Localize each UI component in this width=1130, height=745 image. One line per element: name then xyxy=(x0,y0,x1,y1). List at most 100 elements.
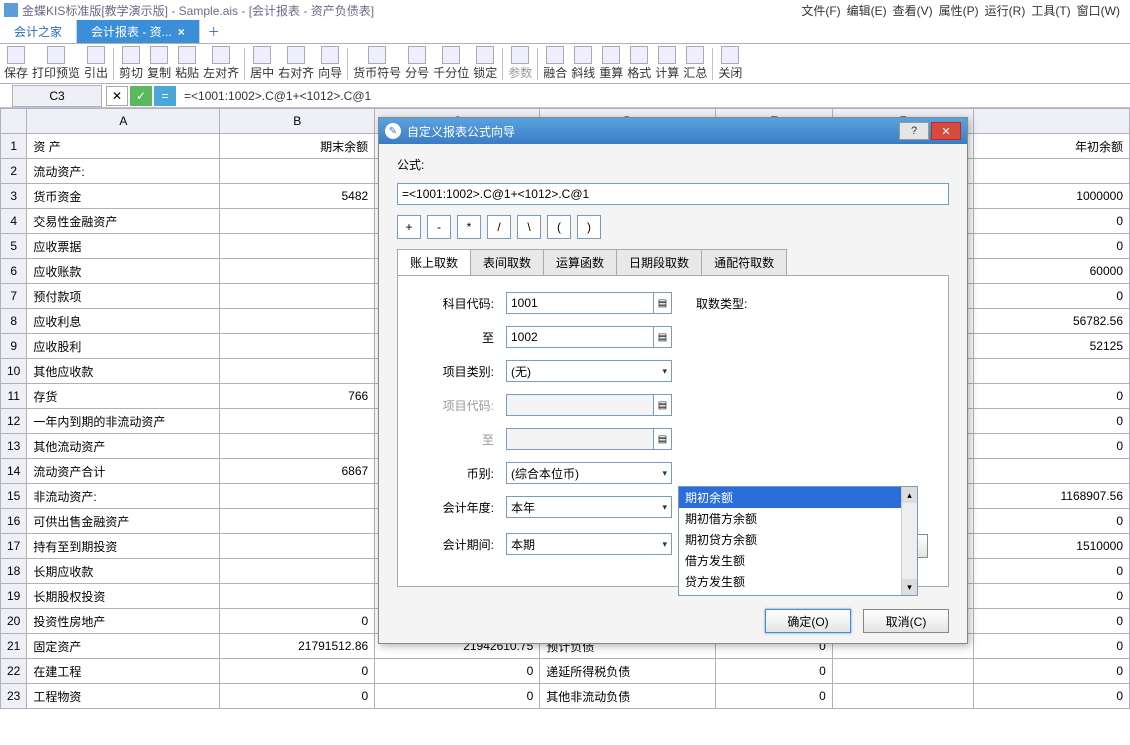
row-header[interactable]: 2 xyxy=(1,159,27,184)
currency-select[interactable]: (综合本位币)▾ xyxy=(506,462,672,484)
fetch-type-item[interactable]: 贷方发生额 xyxy=(679,571,917,592)
subject-to-input[interactable]: 1002 xyxy=(506,326,654,348)
toolbar-打印预览[interactable]: 打印预览 xyxy=(30,45,82,82)
formula-field[interactable] xyxy=(397,183,949,205)
formula-equals-icon[interactable]: = xyxy=(154,86,176,106)
toolbar-分号[interactable]: 分号 xyxy=(403,45,431,82)
toolbar-剪切[interactable]: 剪切 xyxy=(117,45,145,82)
fetch-type-list[interactable]: 期初余额期初借方余额期初贷方余额借方发生额贷方发生额借方累计发生额贷方累计发生额… xyxy=(678,486,918,596)
toolbar-向导[interactable]: 向导 xyxy=(316,45,344,82)
toolbar-斜线[interactable]: 斜线 xyxy=(569,45,597,82)
op--[interactable]: - xyxy=(427,215,451,239)
doc-tab[interactable]: 会计报表 - 资...× xyxy=(77,20,200,43)
table-row[interactable]: 22 在建工程00 递延所得税负债00 xyxy=(1,659,1130,684)
row-header[interactable]: 5 xyxy=(1,234,27,259)
table-row[interactable]: 23 工程物资00 其他非流动负债00 xyxy=(1,684,1130,709)
scroll-up-icon[interactable]: ▴ xyxy=(902,487,917,503)
op-([interactable]: ( xyxy=(547,215,571,239)
toolbar-复制[interactable]: 复制 xyxy=(145,45,173,82)
row-header[interactable]: 13 xyxy=(1,434,27,459)
toolbar-计算[interactable]: 计算 xyxy=(653,45,681,82)
cell-reference[interactable]: C3 xyxy=(12,85,102,107)
formula-accept-icon[interactable]: ✓ xyxy=(130,86,152,106)
lookup-icon[interactable]: ▤ xyxy=(654,326,672,348)
row-header[interactable]: 3 xyxy=(1,184,27,209)
fetch-type-item[interactable]: 借方累计发生额 xyxy=(679,592,917,596)
wizard-tab[interactable]: 通配符取数 xyxy=(701,249,787,275)
op-*[interactable]: * xyxy=(457,215,481,239)
lookup-icon[interactable]: ▤ xyxy=(654,292,672,314)
menu-item[interactable]: 文件(F) xyxy=(799,2,842,19)
col-header[interactable]: A xyxy=(27,109,220,134)
scrollbar[interactable]: ▴ ▾ xyxy=(901,487,917,595)
item-type-select[interactable]: (无)▾ xyxy=(506,360,672,382)
toolbar-右对齐[interactable]: 右对齐 xyxy=(276,45,316,82)
row-header[interactable]: 11 xyxy=(1,384,27,409)
subject-code-input[interactable]: 1001 xyxy=(506,292,654,314)
row-header[interactable]: 9 xyxy=(1,334,27,359)
menu-item[interactable]: 窗口(W) xyxy=(1075,2,1122,19)
row-header[interactable]: 20 xyxy=(1,609,27,634)
wizard-tab[interactable]: 表间取数 xyxy=(470,249,544,275)
toolbar-左对齐[interactable]: 左对齐 xyxy=(201,45,241,82)
row-header[interactable]: 4 xyxy=(1,209,27,234)
menu-item[interactable]: 运行(R) xyxy=(983,2,1028,19)
row-header[interactable]: 8 xyxy=(1,309,27,334)
toolbar-参数[interactable]: 参数 xyxy=(506,45,534,82)
op-+[interactable]: + xyxy=(397,215,421,239)
formula-cancel-icon[interactable]: ✕ xyxy=(106,86,128,106)
doc-tab[interactable]: 会计之家 xyxy=(0,20,77,43)
row-header[interactable]: 18 xyxy=(1,559,27,584)
fetch-type-item[interactable]: 期初余额 xyxy=(679,487,917,508)
col-header[interactable]: B xyxy=(220,109,375,134)
wizard-tab[interactable]: 日期段取数 xyxy=(616,249,702,275)
row-header[interactable]: 12 xyxy=(1,409,27,434)
lookup-icon[interactable]: ▤ xyxy=(654,394,672,416)
toolbar-千分位[interactable]: 千分位 xyxy=(431,45,471,82)
row-header[interactable]: 15 xyxy=(1,484,27,509)
scroll-down-icon[interactable]: ▾ xyxy=(902,579,917,595)
wizard-tab[interactable]: 账上取数 xyxy=(397,249,471,275)
add-tab-button[interactable]: ＋ xyxy=(200,20,228,43)
item-code-input[interactable] xyxy=(506,394,654,416)
close-tab-icon[interactable]: × xyxy=(178,25,185,39)
row-header[interactable]: 14 xyxy=(1,459,27,484)
col-header[interactable] xyxy=(974,109,1130,134)
op-\[interactable]: \ xyxy=(517,215,541,239)
row-header[interactable]: 21 xyxy=(1,634,27,659)
row-header[interactable]: 1 xyxy=(1,134,27,159)
toolbar-居中[interactable]: 居中 xyxy=(248,45,276,82)
row-header[interactable]: 7 xyxy=(1,284,27,309)
row-header[interactable]: 6 xyxy=(1,259,27,284)
cancel-button[interactable]: 取消(C) xyxy=(863,609,949,633)
toolbar-粘贴[interactable]: 粘贴 xyxy=(173,45,201,82)
fetch-type-item[interactable]: 借方发生额 xyxy=(679,550,917,571)
item-to-input[interactable] xyxy=(506,428,654,450)
toolbar-保存[interactable]: 保存 xyxy=(2,45,30,82)
period-select[interactable]: 本期▾ xyxy=(506,533,672,555)
row-header[interactable]: 22 xyxy=(1,659,27,684)
year-select[interactable]: 本年▾ xyxy=(506,496,672,518)
ok-button[interactable]: 确定(O) xyxy=(765,609,851,633)
toolbar-汇总[interactable]: 汇总 xyxy=(681,45,709,82)
formula-input[interactable]: =<1001:1002>.C@1+<1012>.C@1 xyxy=(180,86,1130,106)
row-header[interactable]: 10 xyxy=(1,359,27,384)
dialog-titlebar[interactable]: ✎ 自定义报表公式向导 ? ✕ xyxy=(379,118,967,144)
lookup-icon[interactable]: ▤ xyxy=(654,428,672,450)
op-/[interactable]: / xyxy=(487,215,511,239)
toolbar-格式[interactable]: 格式 xyxy=(625,45,653,82)
help-button[interactable]: ? xyxy=(899,122,929,140)
wizard-tab[interactable]: 运算函数 xyxy=(543,249,617,275)
toolbar-货币符号[interactable]: 货币符号 xyxy=(351,45,403,82)
op-)[interactable]: ) xyxy=(577,215,601,239)
fetch-type-item[interactable]: 期初贷方余额 xyxy=(679,529,917,550)
row-header[interactable]: 19 xyxy=(1,584,27,609)
menu-item[interactable]: 编辑(E) xyxy=(845,2,889,19)
menu-item[interactable]: 工具(T) xyxy=(1029,2,1072,19)
col-header[interactable] xyxy=(1,109,27,134)
toolbar-重算[interactable]: 重算 xyxy=(597,45,625,82)
toolbar-融合[interactable]: 融合 xyxy=(541,45,569,82)
toolbar-锁定[interactable]: 锁定 xyxy=(471,45,499,82)
close-button[interactable]: ✕ xyxy=(931,122,961,140)
row-header[interactable]: 17 xyxy=(1,534,27,559)
